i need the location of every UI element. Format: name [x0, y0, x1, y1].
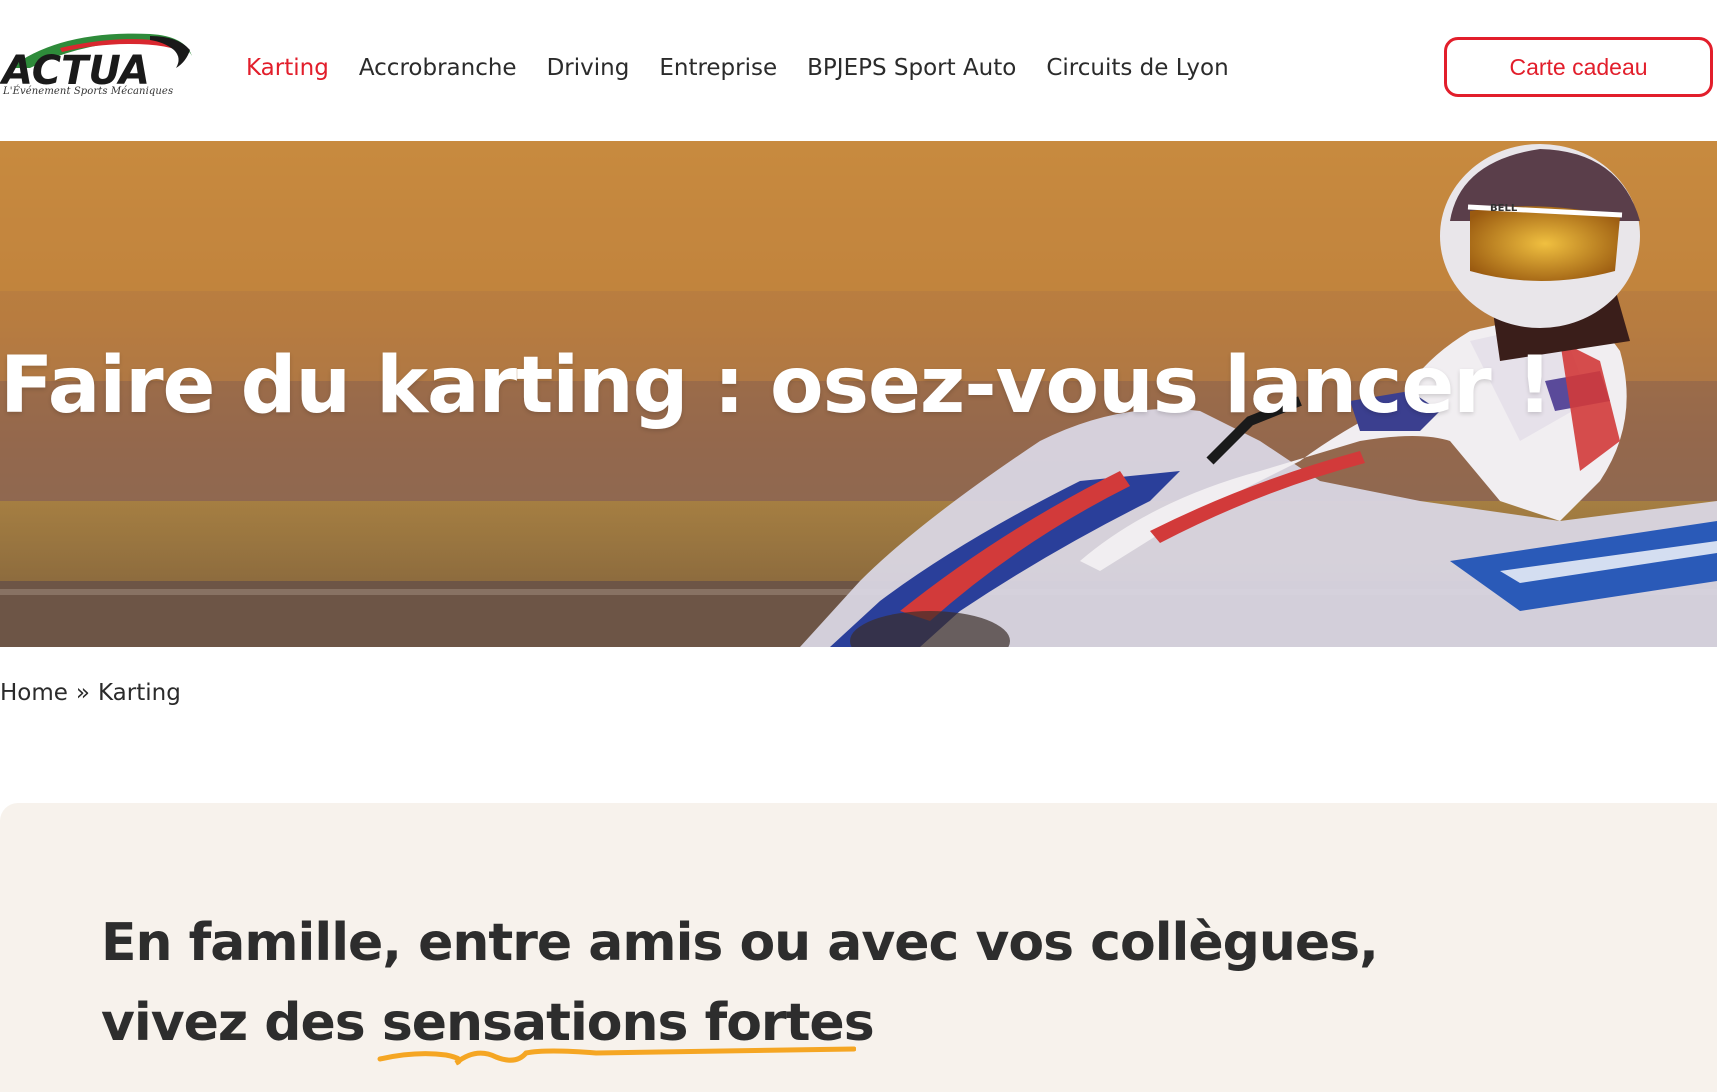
breadcrumb-separator: » [75, 680, 90, 706]
intro-section: En famille, entre amis ou avec vos collè… [0, 803, 1717, 1092]
main-nav: Karting Accrobranche Driving Entreprise … [246, 48, 1259, 88]
intro-heading-highlight: sensations fortes [377, 993, 875, 1066]
svg-text:BELL: BELL [1490, 203, 1518, 214]
hero-title: Faire du karting : osez-vous lancer ! [0, 341, 1552, 431]
intro-heading-line-2: vivez des sensations fortes [101, 993, 875, 1066]
hero-banner: BELL Faire du karting : osez-vous lancer… [0, 141, 1717, 647]
nav-item-entreprise[interactable]: Entreprise [659, 48, 777, 88]
breadcrumb: Home » Karting [0, 680, 181, 706]
nav-item-accrobranche[interactable]: Accrobranche [359, 48, 517, 88]
nav-item-karting[interactable]: Karting [246, 48, 329, 88]
intro-heading-prefix: vivez des [101, 993, 382, 1053]
site-header: ACTUA L'Événement Sports Mécaniques Kart… [0, 0, 1717, 141]
breadcrumb-current: Karting [98, 680, 181, 706]
nav-item-circuits-lyon[interactable]: Circuits de Lyon [1046, 48, 1228, 88]
gift-card-button[interactable]: Carte cadeau [1444, 37, 1713, 97]
actua-logo[interactable]: ACTUA L'Événement Sports Mécaniques [0, 28, 195, 104]
squiggle-underline-icon [377, 1046, 856, 1066]
breadcrumb-home-link[interactable]: Home [0, 680, 68, 706]
intro-heading-line-1: En famille, entre amis ou avec vos collè… [101, 913, 1379, 973]
nav-item-driving[interactable]: Driving [547, 48, 630, 88]
logo-tagline: L'Événement Sports Mécaniques [3, 86, 174, 97]
nav-item-bpjeps[interactable]: BPJEPS Sport Auto [807, 48, 1016, 88]
